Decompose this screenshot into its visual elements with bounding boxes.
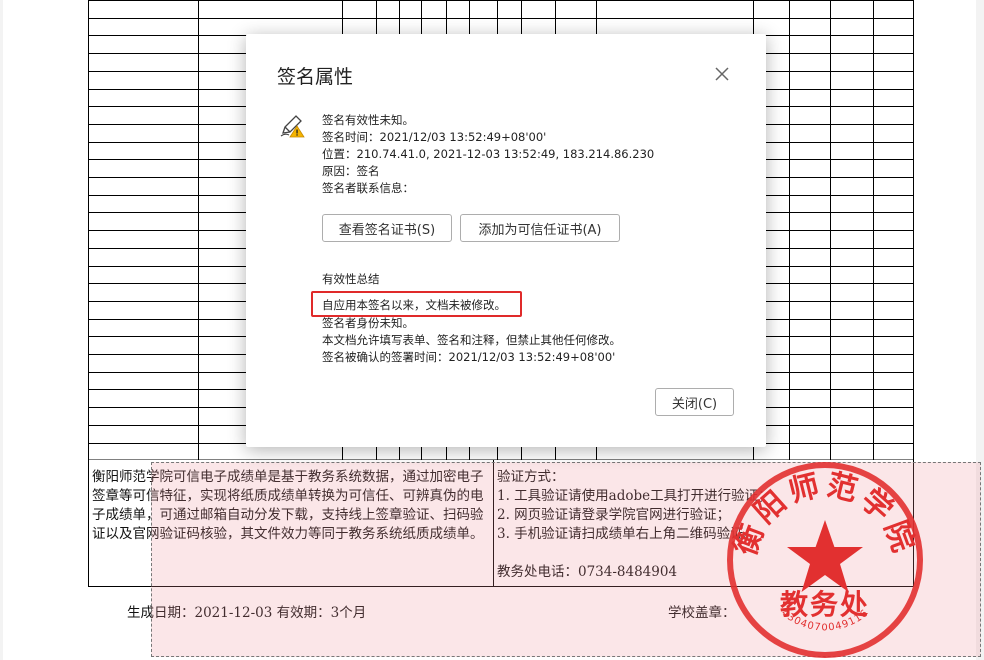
validity-summary-heading: 有效性总结 bbox=[322, 272, 380, 286]
signature-warning-icon bbox=[279, 112, 305, 138]
summary-line: 签名被确认的签署时间：2021/12/03 13:52:49+08'00' bbox=[322, 350, 616, 364]
close-icon[interactable] bbox=[713, 65, 731, 83]
signature-status: 签名有效性未知。 bbox=[322, 113, 414, 127]
signing-reason: 原因：签名 bbox=[322, 164, 380, 178]
signing-time: 签名时间：2021/12/03 13:52:49+08'00' bbox=[322, 130, 547, 144]
summary-line: 签名者身份未知。 bbox=[322, 316, 414, 330]
summary-line: 本文档允许填写表单、签名和注释，但禁止其他任何修改。 bbox=[322, 333, 621, 347]
official-seal: 衡阳师范学院 教务处 4304070049116 bbox=[727, 462, 923, 658]
add-trusted-certificate-button[interactable]: 添加为可信任证书(A) bbox=[460, 214, 620, 242]
dialog-title: 签名属性 bbox=[277, 66, 354, 88]
signing-location: 位置：210.74.41.0, 2021-12-03 13:52:49, 183… bbox=[322, 147, 655, 161]
close-button[interactable]: 关闭(C) bbox=[655, 388, 734, 416]
summary-line: 自应用本签名以来，文档未被修改。 bbox=[322, 298, 506, 312]
signature-properties-dialog: 签名属性 签名有效性未知。 签名时间：2021/12/03 13:52:49+0… bbox=[246, 34, 766, 447]
view-certificate-button[interactable]: 查看签名证书(S) bbox=[322, 214, 452, 242]
signer-contact: 签名者联系信息： bbox=[322, 181, 414, 195]
